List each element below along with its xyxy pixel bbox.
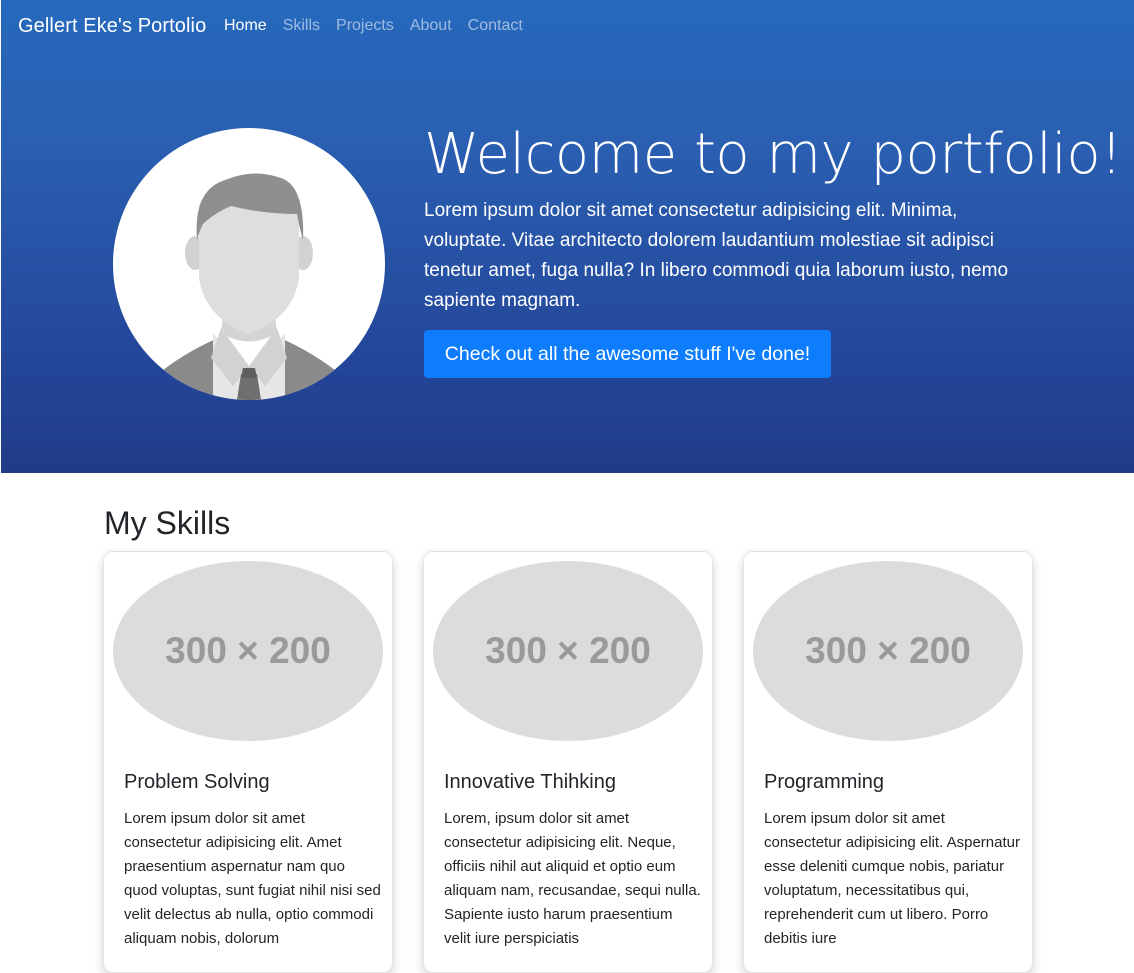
nav-link-contact[interactable]: Contact xyxy=(468,17,523,35)
profile-avatar xyxy=(113,128,385,400)
navbar: Gellert Eke's Portolio Home Skills Proje… xyxy=(1,0,1134,55)
skill-card-innovative-thinking: 300 × 200 Innovative Thihking Lorem, ips… xyxy=(423,551,713,973)
skill-image-placeholder: 300 × 200 xyxy=(113,561,383,741)
skills-section-title: My Skills xyxy=(104,505,231,541)
default-user-avatar-icon xyxy=(153,173,345,400)
placeholder-label: 300 × 200 xyxy=(165,630,331,671)
nav-link-home[interactable]: Home xyxy=(224,17,267,35)
skill-card-text: Lorem ipsum dolor sit amet consectetur a… xyxy=(124,810,381,947)
nav-link-about[interactable]: About xyxy=(410,17,452,35)
hero-description: Lorem ipsum dolor sit amet consectetur a… xyxy=(424,200,1009,311)
nav-links: Home Skills Projects About Contact xyxy=(224,17,539,35)
skill-card-text: Lorem ipsum dolor sit amet consectetur a… xyxy=(764,810,1020,947)
skill-image-placeholder: 300 × 200 xyxy=(433,561,703,741)
hero-section: Gellert Eke's Portolio Home Skills Proje… xyxy=(1,0,1134,473)
skill-image-placeholder: 300 × 200 xyxy=(753,561,1023,741)
hero-title: Welcome to my portfolio! xyxy=(424,122,1123,187)
navbar-brand[interactable]: Gellert Eke's Portolio xyxy=(18,15,206,38)
skill-card-title: Innovative Thihking xyxy=(444,771,616,793)
placeholder-label: 300 × 200 xyxy=(805,630,971,671)
nav-link-projects[interactable]: Projects xyxy=(336,17,394,35)
nav-link-skills[interactable]: Skills xyxy=(283,17,320,35)
projects-cta-button[interactable]: Check out all the awesome stuff I've don… xyxy=(424,330,831,378)
skill-card-text: Lorem, ipsum dolor sit amet consectetur … xyxy=(444,810,701,947)
skill-card-title: Problem Solving xyxy=(124,771,270,793)
skill-card-problem-solving: 300 × 200 Problem Solving Lorem ipsum do… xyxy=(103,551,393,973)
skill-card-programming: 300 × 200 Programming Lorem ipsum dolor … xyxy=(743,551,1033,973)
skill-card-title: Programming xyxy=(764,771,885,793)
placeholder-label: 300 × 200 xyxy=(485,630,651,671)
